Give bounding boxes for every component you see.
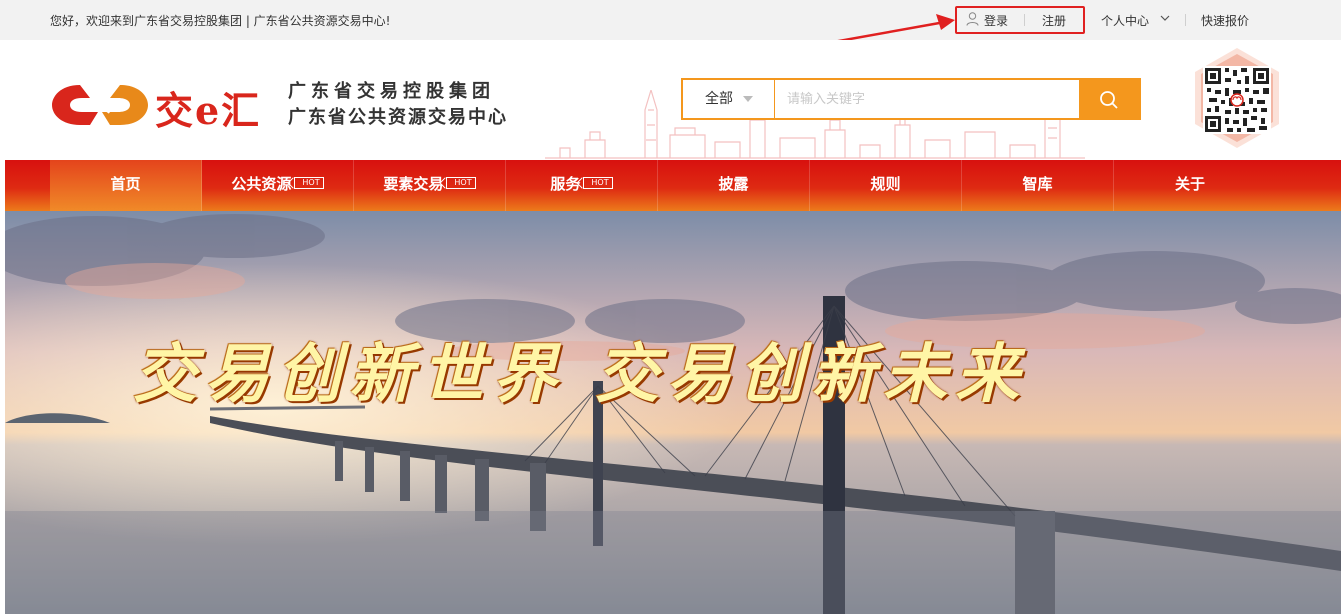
- logo-icon: [52, 85, 148, 125]
- qr-code: [1195, 48, 1279, 148]
- nav-item-about[interactable]: 关于: [1114, 160, 1266, 211]
- search-bar: 全部: [681, 78, 1141, 120]
- nav-item-public-resources[interactable]: 公共资源 HOT: [202, 160, 354, 211]
- chevron-down-icon: [1160, 15, 1170, 21]
- main-nav: 首页 公共资源 HOT 要素交易 HOT 服务 HOT 披露 规则 智库 关于: [5, 160, 1341, 211]
- search-button[interactable]: [1079, 80, 1139, 118]
- nav-item-services[interactable]: 服务 HOT: [506, 160, 658, 211]
- search-input[interactable]: [777, 80, 1079, 118]
- nav-item-label: 服务: [550, 175, 581, 193]
- top-bar: 您好，欢迎来到广东省交易控股集团 | 广东省公共资源交易中心! 登录 注册 个人…: [0, 0, 1341, 40]
- login-link[interactable]: 登录: [984, 12, 1008, 29]
- org-name-line2: 广东省公共资源交易中心: [288, 107, 508, 128]
- nav-item-home[interactable]: 首页: [50, 160, 202, 211]
- search-icon: [1100, 91, 1118, 109]
- hot-badge: HOT: [294, 177, 324, 189]
- org-name-line1: 广东省交易控股集团: [288, 81, 495, 102]
- caret-down-icon: [743, 96, 753, 102]
- nav-item-label: 公共资源: [231, 175, 292, 193]
- welcome-text: 您好，欢迎来到广东省交易控股集团 | 广东省公共资源交易中心!: [50, 14, 391, 28]
- nav-item-rules[interactable]: 规则: [810, 160, 962, 211]
- nav-item-disclosure[interactable]: 披露: [658, 160, 810, 211]
- nav-item-label: 首页: [110, 175, 141, 193]
- site-header: 交e汇 广东省交易控股集团 广东省公共资源交易中心 全部: [0, 40, 1341, 160]
- banner-slogan: 交易创新世界 交易创新未来: [133, 337, 1028, 412]
- hero-banner[interactable]: 交易创新世界 交易创新未来: [5, 211, 1341, 614]
- nav-item-label: 要素交易: [383, 175, 444, 193]
- user-center-menu[interactable]: 个人中心: [1101, 12, 1149, 29]
- nav-item-think-tank[interactable]: 智库: [962, 160, 1114, 211]
- hot-badge: HOT: [583, 177, 613, 189]
- divider: [1024, 14, 1025, 26]
- nav-item-factor-trading[interactable]: 要素交易 HOT: [354, 160, 506, 211]
- register-link[interactable]: 注册: [1042, 12, 1066, 29]
- logo-text: 交e汇: [155, 88, 262, 133]
- divider: [1185, 14, 1186, 26]
- user-icon: [966, 12, 979, 26]
- nav-item-label: 智库: [1022, 175, 1053, 193]
- nav-item-label: 披露: [718, 175, 749, 193]
- hot-badge: HOT: [446, 177, 476, 189]
- nav-item-label: 规则: [870, 175, 901, 193]
- quick-quote-link[interactable]: 快速报价: [1201, 12, 1249, 29]
- search-scope-select[interactable]: 全部: [683, 80, 775, 118]
- nav-item-label: 关于: [1174, 175, 1205, 193]
- search-scope-value: 全部: [705, 91, 733, 107]
